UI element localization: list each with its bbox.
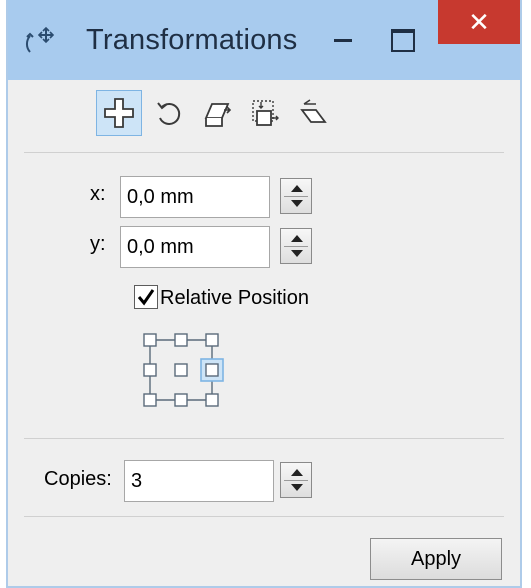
copies-spinner[interactable] <box>280 462 312 498</box>
y-spinner[interactable] <box>280 228 312 264</box>
relative-position-label[interactable]: Relative Position <box>160 287 309 310</box>
maximize-button[interactable] <box>384 22 420 58</box>
scale-mirror-icon <box>204 103 232 127</box>
size-icon <box>252 100 279 126</box>
x-label: x: <box>90 183 106 205</box>
anchor-middle-center <box>174 363 188 377</box>
anchor-top-right <box>205 333 219 347</box>
divider <box>24 152 504 153</box>
divider <box>24 516 504 517</box>
tool-size[interactable] <box>242 90 288 136</box>
tool-scale-mirror[interactable] <box>194 90 240 136</box>
minimize-button[interactable] <box>326 22 362 58</box>
divider <box>24 438 504 439</box>
rotate-icon <box>157 102 181 125</box>
close-button[interactable]: ✕ <box>438 0 520 44</box>
anchor-bottom-center <box>174 393 188 407</box>
tool-skew[interactable] <box>290 90 336 136</box>
title-bar[interactable]: Transformations ✕ <box>8 0 520 80</box>
skew-icon <box>300 99 327 123</box>
close-icon: ✕ <box>468 6 490 37</box>
spin-down-icon <box>291 484 303 491</box>
move-cross-icon <box>104 98 134 128</box>
window-title: Transformations <box>86 24 298 56</box>
copies-label: Copies: <box>44 468 112 490</box>
anchor-top-left <box>143 333 157 347</box>
relative-position-checkbox[interactable] <box>134 285 158 309</box>
x-position-input[interactable] <box>120 176 270 218</box>
anchor-bottom-right <box>205 393 219 407</box>
apply-button[interactable]: Apply <box>370 538 502 580</box>
copies-input[interactable] <box>124 460 274 502</box>
checkmark-icon <box>137 289 155 306</box>
anchor-middle-left <box>143 363 157 377</box>
anchor-point-selector[interactable] <box>138 330 224 410</box>
spin-down-icon <box>291 250 303 257</box>
spin-down-icon <box>291 200 303 207</box>
spin-up-icon <box>291 469 303 476</box>
y-position-input[interactable] <box>120 226 270 268</box>
x-spinner[interactable] <box>280 178 312 214</box>
transform-app-icon <box>22 24 58 60</box>
spin-up-icon <box>291 185 303 192</box>
spin-up-icon <box>291 235 303 242</box>
tool-rotate[interactable] <box>146 90 192 136</box>
y-label: y: <box>90 233 106 255</box>
anchor-top-center <box>174 333 188 347</box>
transformations-docker: Transformations ✕ x: 0,0 mm y: 0,0 mm Re… <box>6 0 522 588</box>
tool-position[interactable] <box>96 90 142 136</box>
anchor-bottom-left <box>143 393 157 407</box>
